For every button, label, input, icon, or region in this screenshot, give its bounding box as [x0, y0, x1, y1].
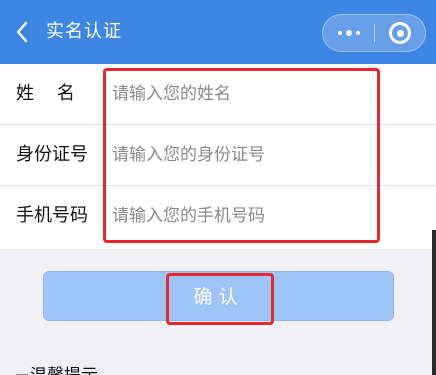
verification-form: 姓 名 身份证号 手机号码: [0, 64, 436, 249]
dot: [338, 31, 342, 35]
phone-input[interactable]: [112, 198, 372, 234]
dot: [346, 30, 352, 36]
id-number-input[interactable]: [112, 137, 372, 173]
edge-shadow: [432, 230, 436, 375]
name-row: 姓 名: [0, 64, 436, 125]
back-button[interactable]: [8, 16, 36, 48]
target-dot: [396, 29, 404, 37]
name-label: 姓 名: [16, 83, 75, 104]
confirm-button[interactable]: 确认: [43, 271, 394, 321]
dot: [356, 31, 360, 35]
mini-program-capsule: [322, 14, 426, 52]
id-number-row: 身份证号: [0, 125, 436, 186]
chevron-left-icon: [16, 21, 28, 43]
tips-title: 温馨提示: [30, 364, 98, 375]
navigation-bar: 实名认证: [0, 0, 436, 64]
page-title: 实名认证: [46, 21, 122, 42]
phone-label: 手机号码: [16, 205, 88, 226]
name-input[interactable]: [112, 76, 372, 112]
phone-row: 手机号码: [0, 186, 436, 247]
real-name-verification-page: 实名认证 姓 名 身份证号 手机号码 确认: [0, 0, 436, 375]
more-dots-icon[interactable]: [333, 23, 365, 43]
target-circle-icon[interactable]: [389, 22, 411, 44]
capsule-divider: [374, 24, 375, 42]
id-number-label: 身份证号: [16, 144, 88, 165]
